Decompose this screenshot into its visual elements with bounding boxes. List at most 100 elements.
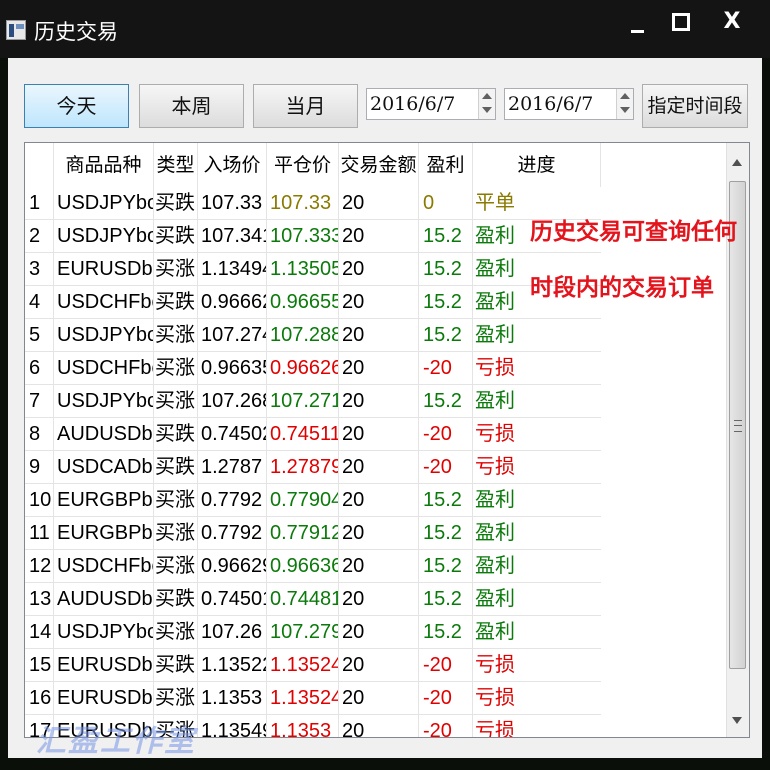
amount-cell: 20: [339, 352, 419, 385]
start-date-spinner[interactable]: [478, 89, 495, 119]
symbol-cell: USDJPYbo: [54, 616, 154, 649]
this-month-button[interactable]: 当月: [253, 84, 358, 128]
table-row[interactable]: 14 USDJPYbo 买涨 107.26 107.279 20 15.2 盈利: [25, 616, 605, 649]
table-row[interactable]: 13 AUDUSDbo 买跌 0.74501 0.74481 20 15.2 盈利: [25, 583, 605, 616]
status-cell: 盈利: [473, 583, 601, 616]
header-amount[interactable]: 交易金额: [339, 143, 419, 187]
maximize-button[interactable]: [658, 0, 704, 46]
minimize-button[interactable]: [614, 0, 660, 46]
table-row[interactable]: 1 USDJPYbo 买跌 107.33 107.33 20 0 平单: [25, 187, 605, 220]
table-row[interactable]: 6 USDCHFbo 买涨 0.96635 0.96626 20 -20 亏损: [25, 352, 605, 385]
status-cell: 盈利: [473, 319, 601, 352]
table-row[interactable]: 5 USDJPYbo 买涨 107.274 107.288 20 15.2 盈利: [25, 319, 605, 352]
header-type[interactable]: 类型: [154, 143, 198, 187]
type-cell: 买涨: [154, 319, 198, 352]
end-date-value: 2016/6/7: [508, 93, 594, 115]
close-price-cell: 0.77904: [267, 484, 339, 517]
type-cell: 买跌: [154, 220, 198, 253]
minimize-icon: [630, 29, 644, 33]
amount-cell: 20: [339, 418, 419, 451]
profit-cell: -20: [419, 715, 473, 737]
close-price-cell: 107.271: [267, 385, 339, 418]
symbol-cell: USDJPYbo: [54, 220, 154, 253]
end-date-spinner[interactable]: [616, 89, 633, 119]
profit-cell: 15.2: [419, 616, 473, 649]
profit-cell: -20: [419, 649, 473, 682]
table-row[interactable]: 8 AUDUSDbo 买跌 0.74502 0.74511 20 -20 亏损: [25, 418, 605, 451]
header-entry-price[interactable]: 入场价: [198, 143, 267, 187]
symbol-cell: EURUSDbo: [54, 682, 154, 715]
entry-price-cell: 0.96662: [198, 286, 267, 319]
header-close-price[interactable]: 平仓价: [267, 143, 339, 187]
status-cell: 盈利: [473, 484, 601, 517]
profit-cell: 15.2: [419, 583, 473, 616]
history-window: 历史交易 X 今天 本周 当月 2016/6/7 2016/6/7 指定时间段: [0, 0, 770, 770]
start-date-picker[interactable]: 2016/6/7: [366, 88, 496, 120]
table-row[interactable]: 10 EURGBPbo 买涨 0.7792 0.77904 20 15.2 盈利: [25, 484, 605, 517]
scroll-up-icon[interactable]: [732, 159, 742, 166]
type-cell: 买涨: [154, 484, 198, 517]
table-row[interactable]: 15 EURUSDbo 买跌 1.13522 1.13524 20 -20 亏损: [25, 649, 605, 682]
table-row[interactable]: 16 EURUSDbo 买涨 1.1353 1.13524 20 -20 亏损: [25, 682, 605, 715]
entry-price-cell: 1.13522: [198, 649, 267, 682]
custom-range-button[interactable]: 指定时间段: [642, 84, 748, 128]
table-row[interactable]: 4 USDCHFbo 买跌 0.96662 0.96655 20 15.2 盈利: [25, 286, 605, 319]
table-row[interactable]: 7 USDJPYbo 买涨 107.268 107.271 20 15.2 盈利: [25, 385, 605, 418]
symbol-cell: USDCHFbo: [54, 352, 154, 385]
profit-cell: 15.2: [419, 385, 473, 418]
table-row[interactable]: 2 USDJPYbo 买跌 107.341 107.333 20 15.2 盈利: [25, 220, 605, 253]
row-index: 10: [25, 484, 54, 517]
profit-cell: 15.2: [419, 253, 473, 286]
table-row[interactable]: 12 USDCHFbo 买涨 0.96629 0.96636 20 15.2 盈利: [25, 550, 605, 583]
row-index: 3: [25, 253, 54, 286]
symbol-cell: USDJPYbo: [54, 385, 154, 418]
today-button[interactable]: 今天: [24, 84, 129, 128]
amount-cell: 20: [339, 715, 419, 737]
row-index: 6: [25, 352, 54, 385]
title-bar[interactable]: 历史交易 X: [0, 0, 770, 58]
type-cell: 买涨: [154, 352, 198, 385]
amount-cell: 20: [339, 385, 419, 418]
amount-cell: 20: [339, 187, 419, 220]
profit-cell: 15.2: [419, 220, 473, 253]
close-button[interactable]: X: [706, 0, 758, 46]
profit-cell: 15.2: [419, 550, 473, 583]
close-price-cell: 107.288: [267, 319, 339, 352]
table-row[interactable]: 9 USDCADbo 买跌 1.2787 1.27879 20 -20 亏损: [25, 451, 605, 484]
type-cell: 买跌: [154, 583, 198, 616]
close-price-cell: 0.96626: [267, 352, 339, 385]
type-cell: 买跌: [154, 451, 198, 484]
table-row[interactable]: 3 EURUSDbo 买涨 1.13494 1.13505 20 15.2 盈利: [25, 253, 605, 286]
this-week-button[interactable]: 本周: [139, 84, 244, 128]
header-profit[interactable]: 盈利: [419, 143, 473, 187]
status-cell: 亏损: [473, 352, 601, 385]
spin-up-icon[interactable]: [482, 93, 492, 99]
row-index: 11: [25, 517, 54, 550]
header-index[interactable]: [25, 143, 54, 187]
row-index: 7: [25, 385, 54, 418]
amount-cell: 20: [339, 649, 419, 682]
header-progress[interactable]: 进度: [473, 143, 601, 187]
symbol-cell: AUDUSDbo: [54, 583, 154, 616]
amount-cell: 20: [339, 286, 419, 319]
type-cell: 买跌: [154, 418, 198, 451]
scroll-down-icon[interactable]: [732, 717, 742, 724]
entry-price-cell: 1.1353: [198, 682, 267, 715]
table-row[interactable]: 11 EURGBPbo 买涨 0.7792 0.77912 20 15.2 盈利: [25, 517, 605, 550]
header-symbol[interactable]: 商品品种: [54, 143, 154, 187]
amount-cell: 20: [339, 220, 419, 253]
window-title: 历史交易: [34, 20, 118, 44]
amount-cell: 20: [339, 517, 419, 550]
spin-up-icon[interactable]: [620, 93, 630, 99]
amount-cell: 20: [339, 682, 419, 715]
spin-down-icon[interactable]: [620, 107, 630, 113]
end-date-picker[interactable]: 2016/6/7: [504, 88, 634, 120]
status-cell: 盈利: [473, 385, 601, 418]
spin-down-icon[interactable]: [482, 107, 492, 113]
profit-cell: -20: [419, 418, 473, 451]
status-cell: 盈利: [473, 616, 601, 649]
type-cell: 买跌: [154, 649, 198, 682]
symbol-cell: EURUSDbo: [54, 253, 154, 286]
symbol-cell: USDCHFbo: [54, 286, 154, 319]
scrollbar-thumb[interactable]: [729, 181, 746, 669]
